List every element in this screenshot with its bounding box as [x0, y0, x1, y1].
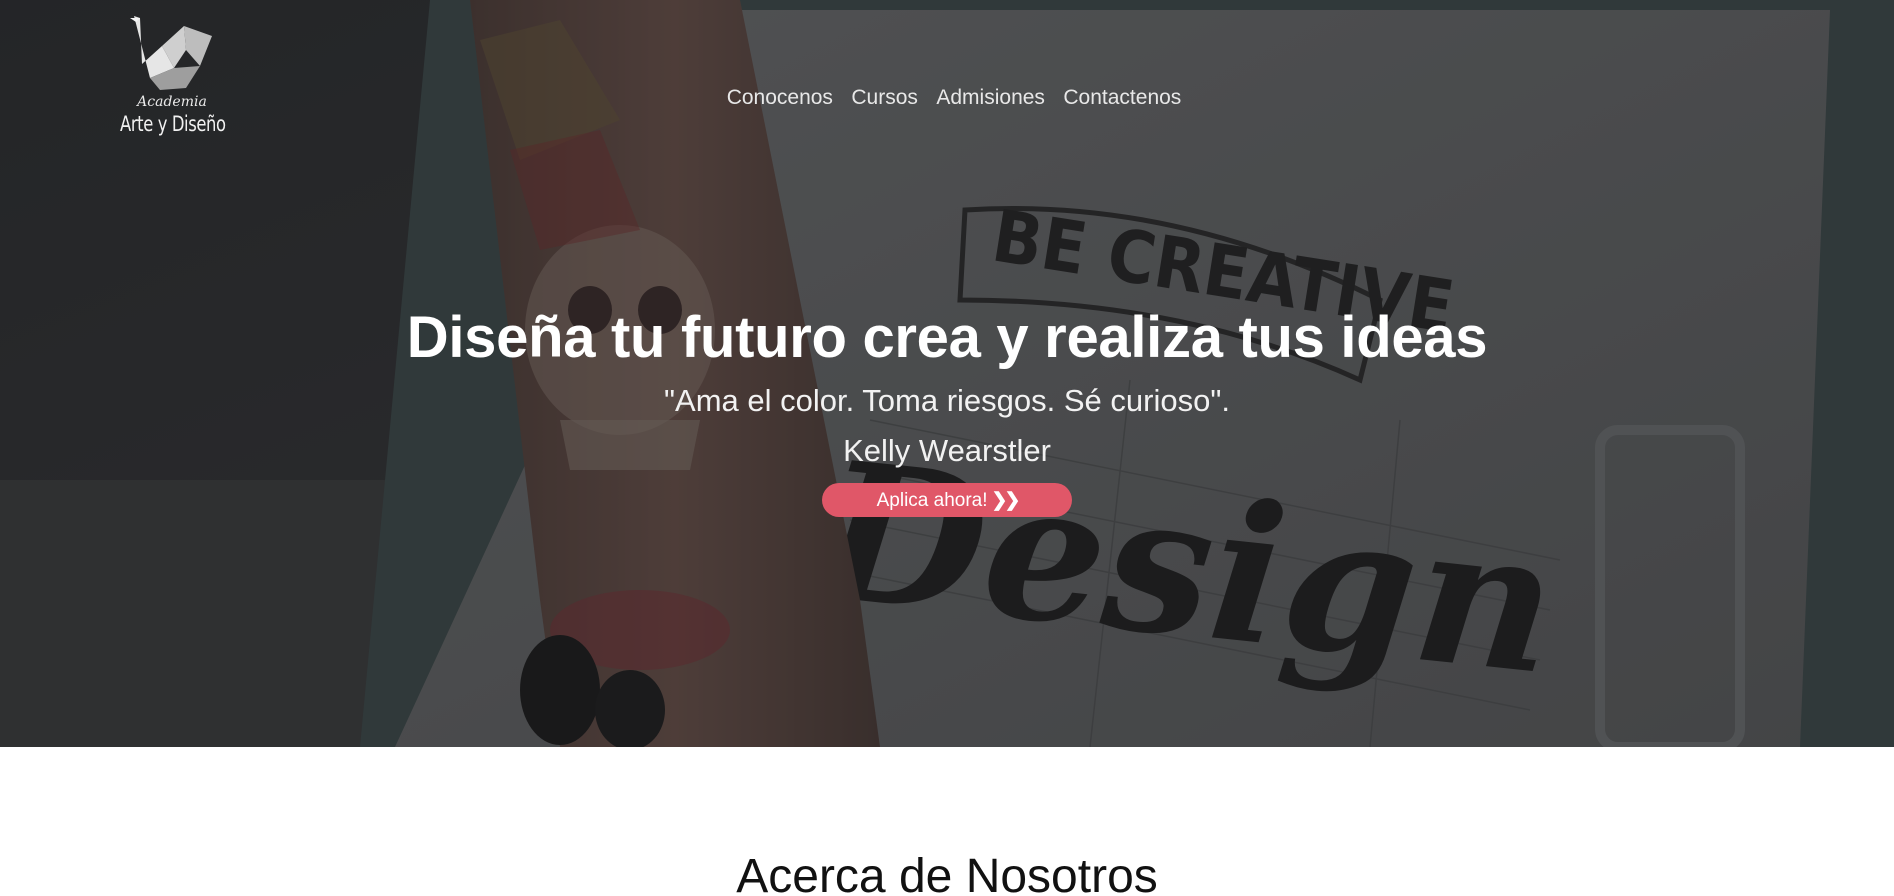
apply-now-button[interactable]: Aplica ahora! ❯❯: [822, 483, 1072, 517]
hero-section: BE CREATIVE Design Academia Arte y Diseñ…: [0, 0, 1894, 747]
double-chevron-right-icon: ❯❯: [991, 490, 1021, 511]
nav-item-conocenos[interactable]: Conocenos: [727, 86, 833, 110]
origami-swan-icon: [130, 16, 212, 90]
hero-content: Diseña tu futuro crea y realiza tus idea…: [0, 303, 1894, 517]
brand-logo[interactable]: Academia Arte y Diseño: [120, 16, 230, 140]
main-nav: Conocenos Cursos Admisiones Contactenos: [0, 86, 1894, 110]
apply-now-label: Aplica ahora!: [876, 490, 988, 511]
nav-item-cursos[interactable]: Cursos: [851, 86, 918, 110]
about-title: Acerca de Nosotros: [736, 850, 1158, 896]
nav-item-admisiones[interactable]: Admisiones: [936, 86, 1045, 110]
about-section: Acerca de Nosotros: [0, 747, 1894, 896]
hero-quote: "Ama el color. Toma riesgos. Sé curioso"…: [664, 383, 1230, 418]
hero-headline: Diseña tu futuro crea y realiza tus idea…: [406, 305, 1488, 370]
nav-item-contactenos[interactable]: Contactenos: [1063, 86, 1181, 110]
brand-name: Arte y Diseño: [120, 112, 226, 136]
hero-quote-author: Kelly Wearstler: [843, 433, 1051, 468]
